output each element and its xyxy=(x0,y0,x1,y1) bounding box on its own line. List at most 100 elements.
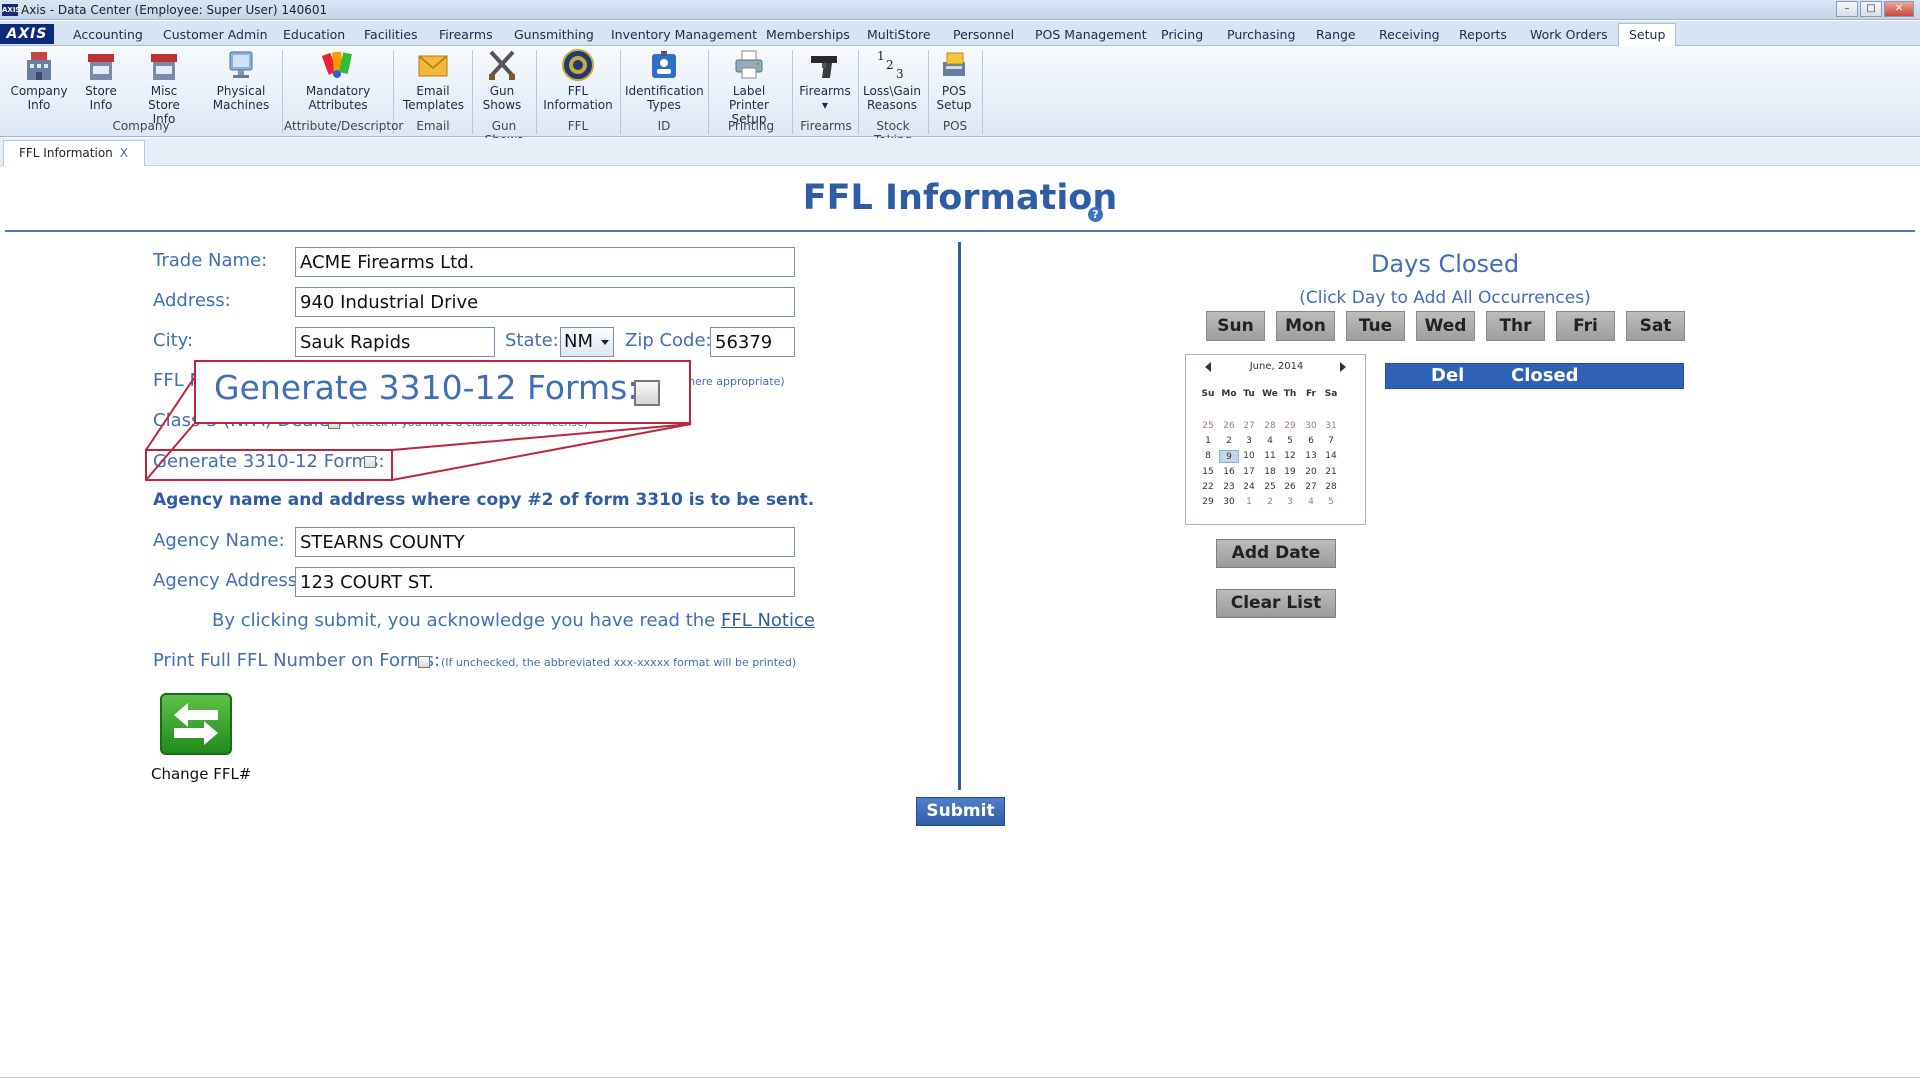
address-field[interactable] xyxy=(295,287,795,317)
store-info-button[interactable]: Store Info xyxy=(80,48,122,112)
calendar-day[interactable]: 25 xyxy=(1198,420,1218,433)
calendar-day[interactable]: 26 xyxy=(1219,420,1239,433)
menu-tab-multistore[interactable]: MultiStore xyxy=(867,24,931,45)
calendar-day[interactable]: 29 xyxy=(1198,496,1218,509)
generate-forms-checkbox[interactable] xyxy=(364,456,376,468)
menu-tab-personnel[interactable]: Personnel xyxy=(953,24,1014,45)
calendar-day[interactable]: 14 xyxy=(1321,450,1341,463)
close-window-button[interactable]: ✕ xyxy=(1884,1,1914,17)
doc-tab-ffl-information[interactable]: FFL Information X xyxy=(3,140,145,166)
calendar-day[interactable]: 4 xyxy=(1260,435,1280,448)
print-full-ffl-checkbox[interactable] xyxy=(418,656,430,668)
menu-tab-gunsmithing[interactable]: Gunsmithing xyxy=(514,24,594,45)
day-button-thr[interactable]: Thr xyxy=(1486,311,1545,341)
menu-tab-memberships[interactable]: Memberships xyxy=(766,24,850,45)
calendar-day[interactable]: 30 xyxy=(1219,496,1239,509)
menu-tab-customer-admin[interactable]: Customer Admin xyxy=(163,24,268,45)
calendar-day[interactable]: 3 xyxy=(1280,496,1300,509)
state-select[interactable]: NM xyxy=(560,327,614,357)
menu-tab-reports[interactable]: Reports xyxy=(1459,24,1507,45)
menu-tab-accounting[interactable]: Accounting xyxy=(73,24,143,45)
calendar-day[interactable]: 2 xyxy=(1260,496,1280,509)
menu-tab-pos-management[interactable]: POS Management xyxy=(1035,24,1147,45)
calendar-day[interactable]: 27 xyxy=(1239,420,1259,433)
menu-tab-range[interactable]: Range xyxy=(1316,24,1356,45)
calendar-day[interactable]: 3 xyxy=(1239,435,1259,448)
label-printer-setup-button[interactable]: Label Printer Setup xyxy=(713,48,785,126)
menu-tab-pricing[interactable]: Pricing xyxy=(1161,24,1203,45)
menu-tab-inventory-management[interactable]: Inventory Management xyxy=(611,24,757,45)
city-field[interactable] xyxy=(295,327,495,357)
next-month-icon[interactable] xyxy=(1340,362,1346,372)
menu-tab-setup[interactable]: Setup xyxy=(1618,23,1677,46)
calendar-day[interactable]: 30 xyxy=(1301,420,1321,433)
help-icon[interactable]: ? xyxy=(1088,207,1103,222)
gun-shows-button[interactable]: Gun Shows xyxy=(478,48,526,112)
menu-tab-work-orders[interactable]: Work Orders xyxy=(1530,24,1608,45)
physical-machines-button[interactable]: Physical Machines xyxy=(212,48,270,112)
mandatory-attributes-button[interactable]: Mandatory Attributes xyxy=(302,48,374,112)
day-button-wed[interactable]: Wed xyxy=(1416,311,1475,341)
calendar-day[interactable]: 6 xyxy=(1301,435,1321,448)
add-date-button[interactable]: Add Date xyxy=(1216,539,1336,568)
calendar-day[interactable]: 5 xyxy=(1321,496,1341,509)
menu-tab-receiving[interactable]: Receiving xyxy=(1379,24,1440,45)
calendar-day[interactable]: 23 xyxy=(1219,481,1239,494)
calendar-day[interactable]: 4 xyxy=(1301,496,1321,509)
menu-tab-firearms[interactable]: Firearms xyxy=(439,24,493,45)
menu-tab-education[interactable]: Education xyxy=(283,24,345,45)
change-ffl-button[interactable] xyxy=(160,693,232,755)
menu-tab-purchasing[interactable]: Purchasing xyxy=(1227,24,1295,45)
calendar-day[interactable]: 21 xyxy=(1321,466,1341,479)
clear-list-button[interactable]: Clear List xyxy=(1216,589,1336,618)
calendar-day[interactable]: 22 xyxy=(1198,481,1218,494)
calendar-picker[interactable]: June, 2014 Su Mo Tu We Th Fr Sa 25 26 27 28 29 30 31 1… xyxy=(1185,354,1366,525)
agency-name-field[interactable] xyxy=(295,527,795,557)
calendar-day[interactable]: 13 xyxy=(1301,450,1321,463)
pos-setup-button[interactable]: POS Setup xyxy=(933,48,975,112)
close-tab-icon[interactable]: X xyxy=(120,141,128,165)
calendar-day[interactable]: 15 xyxy=(1198,466,1218,479)
identification-types-button[interactable]: Identification Types xyxy=(625,48,704,112)
maximize-button[interactable]: □ xyxy=(1860,1,1882,17)
ffl-notice-link[interactable]: FFL Notice xyxy=(721,610,815,631)
calendar-day[interactable]: 25 xyxy=(1260,481,1280,494)
calendar-day[interactable]: 28 xyxy=(1321,481,1341,494)
firearms-dropdown-button[interactable]: Firearms ▾ xyxy=(797,48,853,112)
menu-tab-facilities[interactable]: Facilities xyxy=(364,24,418,45)
calendar-day[interactable]: 1 xyxy=(1198,435,1218,448)
day-button-tue[interactable]: Tue xyxy=(1346,311,1405,341)
calendar-day[interactable]: 27 xyxy=(1301,481,1321,494)
calendar-day[interactable]: 26 xyxy=(1280,481,1300,494)
ffl-information-button[interactable]: FFL Information xyxy=(542,48,614,112)
loss-gain-reasons-button[interactable]: 123 Loss\Gain Reasons xyxy=(861,48,923,112)
misc-store-info-button[interactable]: Misc Store Info xyxy=(133,48,195,126)
calendar-day[interactable]: 12 xyxy=(1280,450,1300,463)
calendar-day[interactable]: 31 xyxy=(1321,420,1341,433)
calendar-day[interactable]: 10 xyxy=(1239,450,1259,463)
minimize-button[interactable]: – xyxy=(1836,1,1858,17)
calendar-day[interactable]: 7 xyxy=(1321,435,1341,448)
calendar-day[interactable]: 20 xyxy=(1301,466,1321,479)
calendar-day[interactable]: 24 xyxy=(1239,481,1259,494)
day-button-sat[interactable]: Sat xyxy=(1626,311,1685,341)
calendar-day[interactable]: 8 xyxy=(1198,450,1218,463)
calendar-day[interactable]: 18 xyxy=(1260,466,1280,479)
zip-code-field[interactable] xyxy=(710,327,795,357)
calendar-day[interactable]: 11 xyxy=(1260,450,1280,463)
calendar-day[interactable]: 19 xyxy=(1280,466,1300,479)
trade-name-field[interactable] xyxy=(295,247,795,277)
calendar-day[interactable]: 28 xyxy=(1260,420,1280,433)
day-button-sun[interactable]: Sun xyxy=(1206,311,1265,341)
calendar-day[interactable]: 29 xyxy=(1280,420,1300,433)
agency-address-field[interactable] xyxy=(295,567,795,597)
day-button-fri[interactable]: Fri xyxy=(1556,311,1615,341)
calendar-day[interactable]: 17 xyxy=(1239,466,1259,479)
calendar-day[interactable]: 5 xyxy=(1280,435,1300,448)
calendar-day[interactable]: 16 xyxy=(1219,466,1239,479)
email-templates-button[interactable]: Email Templates xyxy=(403,48,464,112)
calendar-day[interactable]: 1 xyxy=(1239,496,1259,509)
submit-button[interactable]: Submit xyxy=(916,797,1005,826)
calendar-day[interactable]: 2 xyxy=(1219,435,1239,448)
company-info-button[interactable]: Company Info xyxy=(10,48,68,112)
